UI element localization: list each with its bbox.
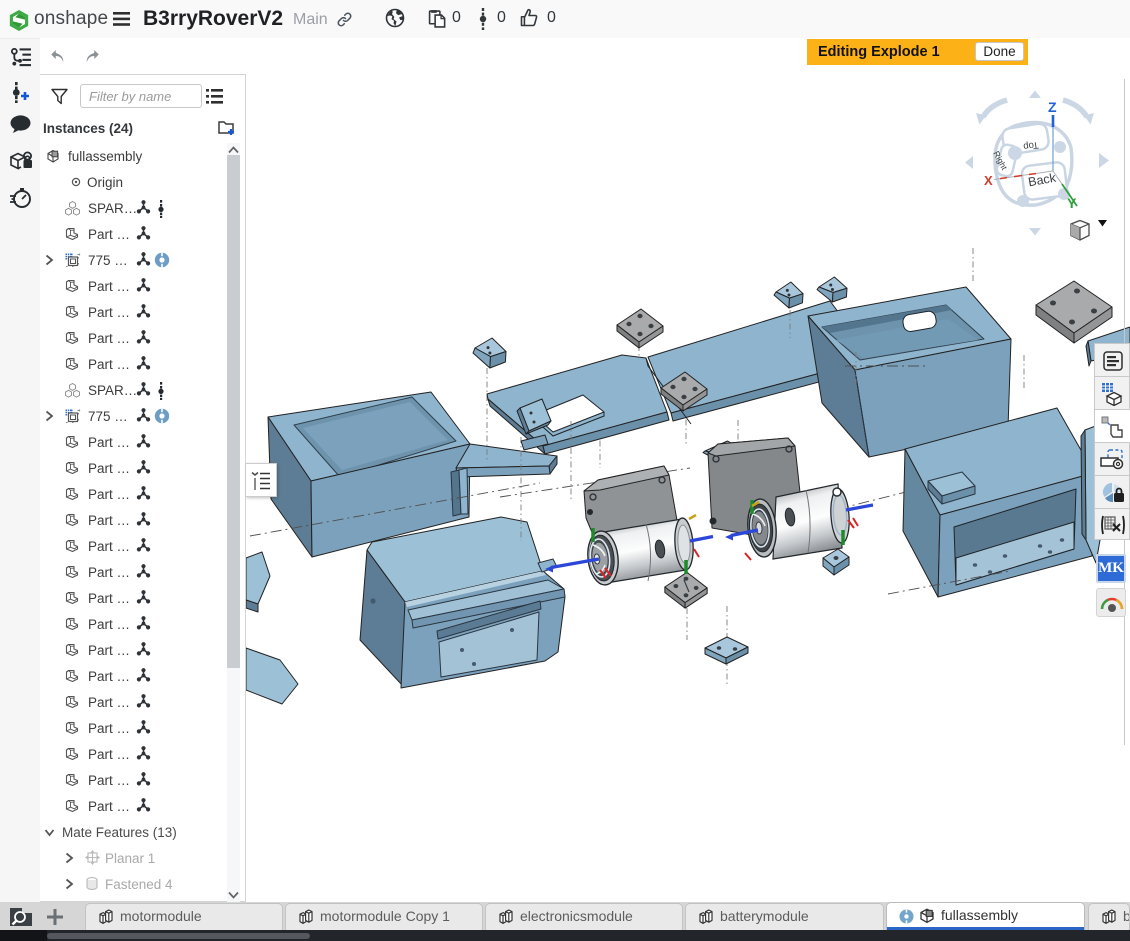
svg-text:Y: Y [1067, 195, 1077, 211]
svg-text:Z: Z [1048, 99, 1057, 115]
svg-text:Top: Top [1023, 139, 1040, 152]
svg-text:X: X [984, 173, 993, 188]
